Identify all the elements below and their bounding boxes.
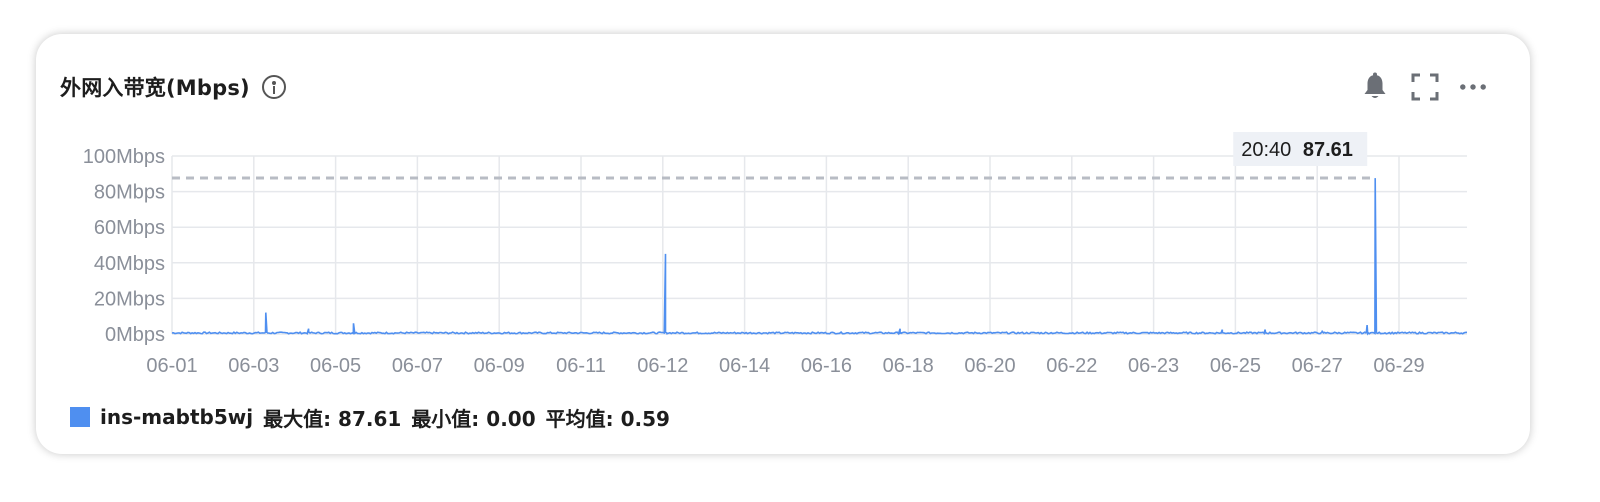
- tooltip-value: 87.61: [1303, 139, 1353, 161]
- legend-swatch[interactable]: [70, 407, 90, 427]
- x-tick-label: 06-01: [146, 355, 197, 377]
- legend-avg: 平均值: 0.59: [545, 406, 670, 431]
- legend-min: 最小值: 0.00: [411, 406, 536, 431]
- x-tick-label: 06-11: [556, 355, 606, 377]
- x-tick-label: 06-14: [719, 355, 770, 377]
- x-tick-label: 06-03: [228, 355, 279, 377]
- x-tick-label: 06-09: [474, 355, 525, 377]
- x-tick-label: 06-20: [964, 355, 1015, 377]
- x-tick-label: 06-12: [637, 355, 688, 377]
- y-tick-label: 80Mbps: [94, 182, 165, 204]
- legend: ins-mabtb5wj 最大值: 87.61 最小值: 0.00 平均值: 0…: [70, 402, 670, 432]
- legend-max: 最大值: 87.61: [263, 406, 402, 431]
- y-tick-label: 100Mbps: [83, 146, 165, 168]
- x-tick-label: 06-18: [883, 355, 934, 377]
- x-tick-label: 06-25: [1210, 355, 1261, 377]
- x-tick-label: 06-16: [801, 355, 852, 377]
- y-tick-label: 40Mbps: [94, 253, 165, 275]
- x-tick-label: 06-29: [1373, 355, 1424, 377]
- x-tick-label: 06-22: [1046, 355, 1097, 377]
- x-tick-label: 06-07: [392, 355, 443, 377]
- x-tick-label: 06-23: [1128, 355, 1179, 377]
- chart-plot: 100Mbps 80Mbps 60Mbps 40Mbps 20Mbps 0Mbps 06-…: [83, 132, 1468, 377]
- tooltip-time: 20:40: [1241, 139, 1291, 161]
- x-tick-label: 06-05: [310, 355, 361, 377]
- legend-series-name[interactable]: ins-mabtb5wj: [100, 405, 253, 429]
- series-line: [171, 178, 1468, 336]
- y-tick-label: 0Mbps: [105, 324, 165, 346]
- chart-card: 外网入带宽(Mbps) 100Mbps 80Mbps 60Mbps 40Mbps…: [36, 34, 1530, 454]
- y-tick-label: 20Mbps: [94, 288, 165, 310]
- tooltip: 20:40 87.61: [1233, 132, 1368, 166]
- y-tick-label: 60Mbps: [94, 217, 165, 239]
- x-tick-label: 06-27: [1292, 355, 1343, 377]
